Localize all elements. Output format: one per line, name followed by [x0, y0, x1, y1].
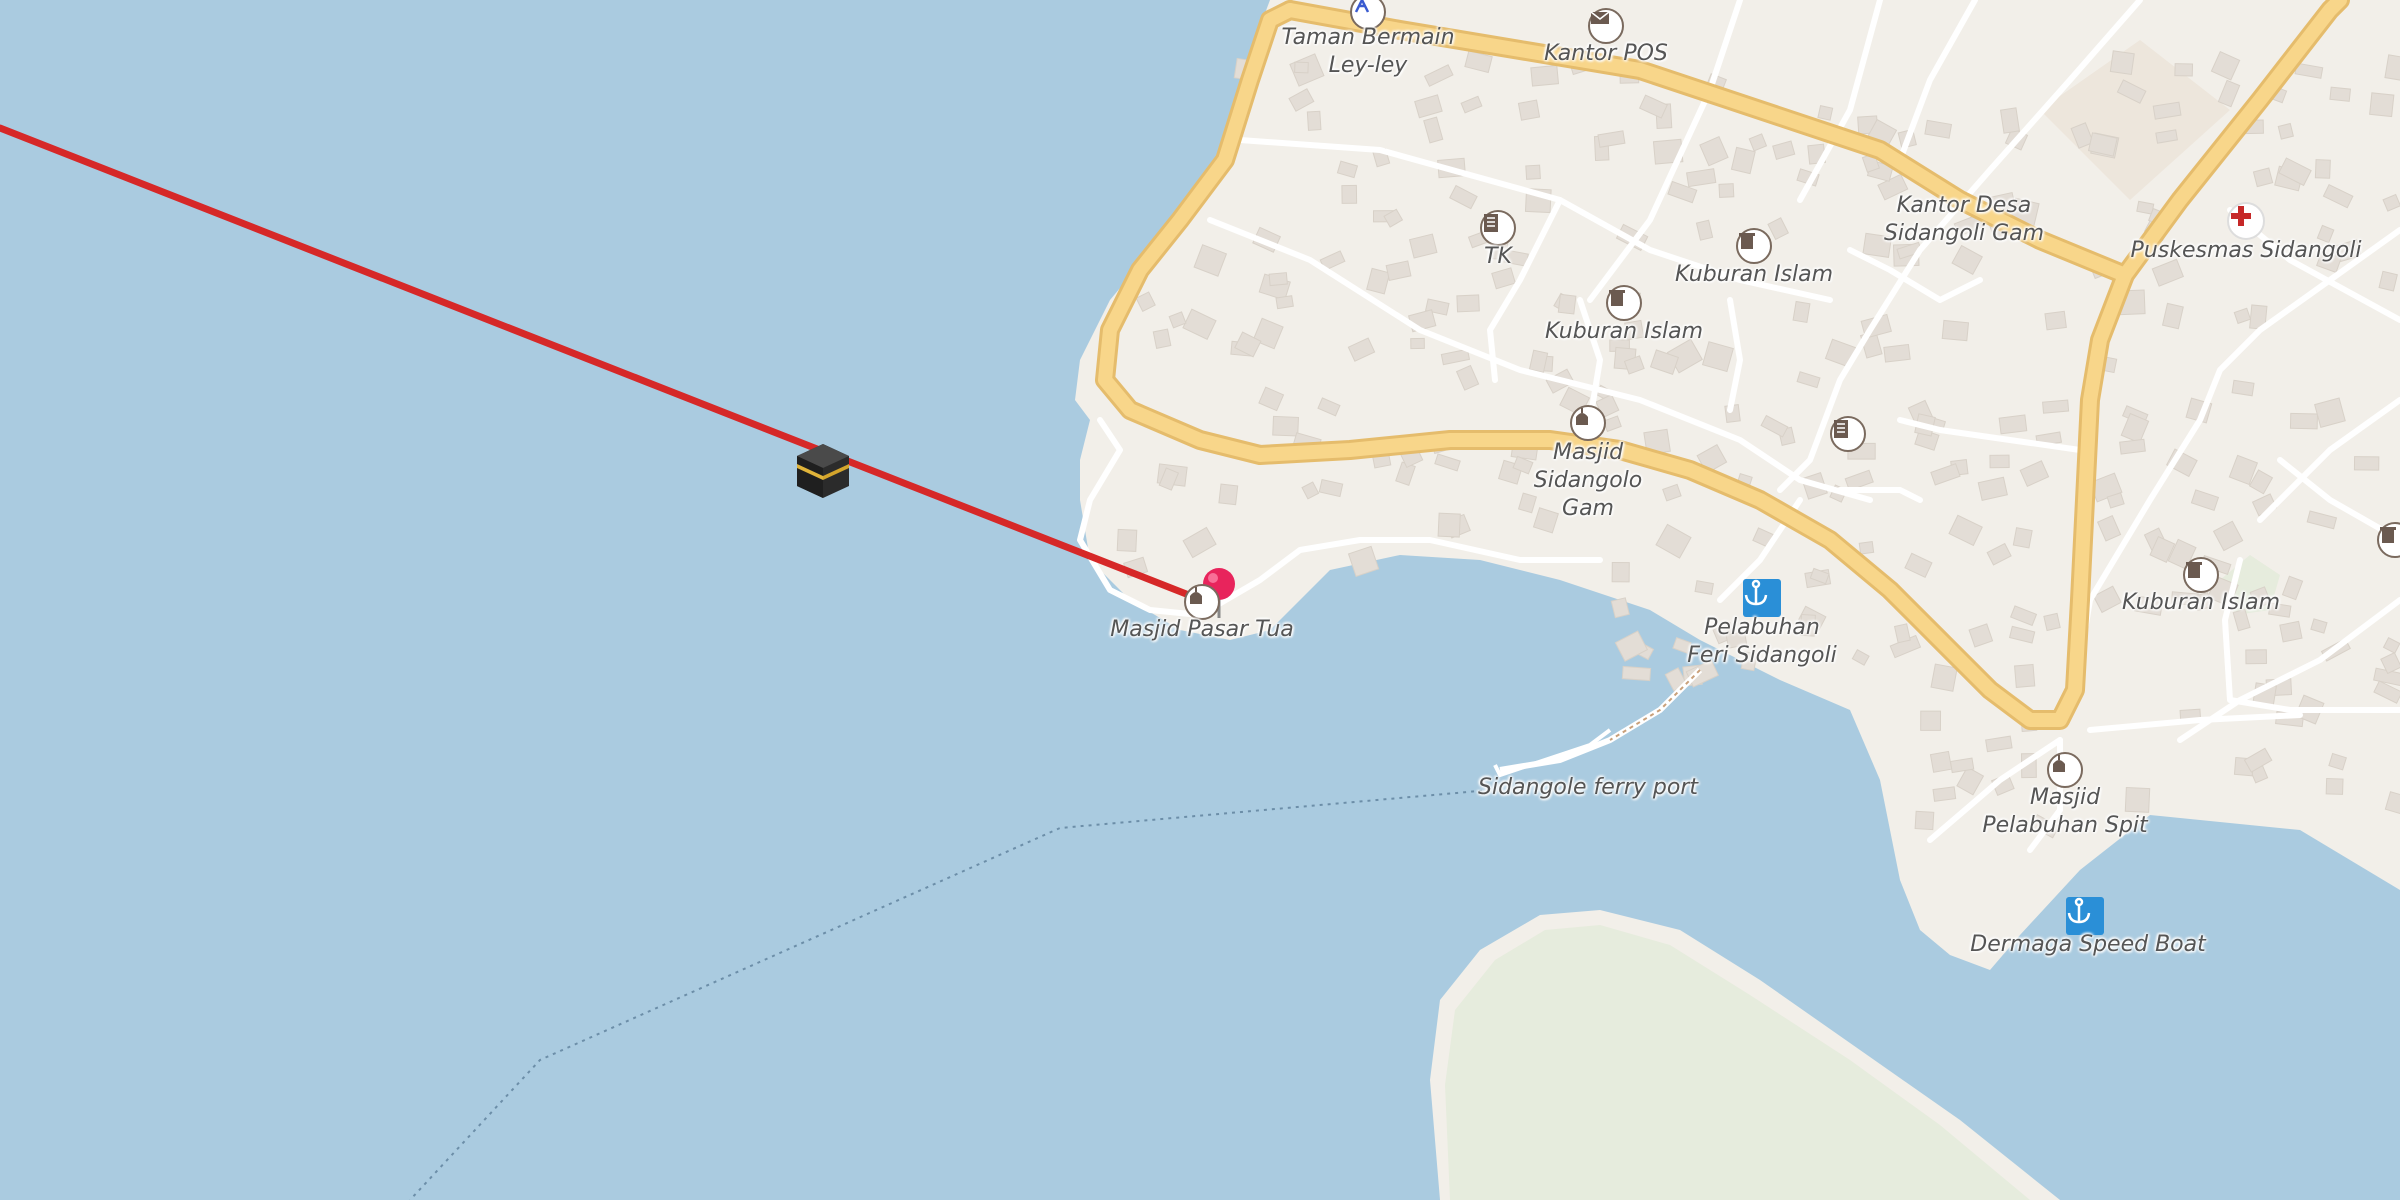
label-kuburan-islam-3: Kuburan Islam — [2121, 590, 2281, 615]
building — [1999, 107, 2021, 134]
label-kuburan-islam-1: Kuburan Islam — [1674, 262, 1834, 287]
building — [1932, 786, 1957, 802]
label-masjid-pasar-tua: Masjid Pasar Tua — [1110, 617, 1294, 642]
hospital-cross-icon[interactable] — [2227, 202, 2265, 240]
building — [2277, 122, 2294, 140]
building — [1218, 483, 1239, 506]
ferry-route — [409, 789, 1491, 1200]
mosque-icon[interactable] — [1184, 584, 1220, 620]
building — [1437, 512, 1461, 538]
building — [2252, 167, 2274, 188]
building — [1152, 328, 1172, 349]
building — [1929, 750, 1953, 773]
school-icon[interactable] — [1480, 210, 1516, 246]
building — [1694, 580, 1714, 595]
label-kuburan-islam-2: Kuburan Islam — [1544, 319, 1704, 344]
mosque-icon[interactable] — [2047, 752, 2083, 788]
anchor-icon[interactable] — [1743, 579, 1781, 617]
building — [1941, 319, 1970, 342]
building — [2044, 310, 2067, 331]
building — [2378, 270, 2398, 292]
building — [1530, 64, 1560, 87]
building — [1718, 183, 1735, 198]
building — [1116, 528, 1138, 552]
building — [1517, 99, 1541, 121]
building — [2136, 200, 2155, 215]
building — [1268, 272, 1288, 287]
building — [1306, 110, 1322, 131]
building — [2231, 379, 2255, 397]
cemetery-icon[interactable] — [2183, 557, 2219, 593]
building — [1914, 810, 1935, 831]
building — [2042, 399, 2070, 414]
map-canvas[interactable]: Taman Bermain Ley-ley Kantor POS Kantor D… — [0, 0, 2400, 1200]
building — [2369, 92, 2395, 118]
building — [1989, 454, 2010, 469]
label-pelabuhan-feri: Pelabuhan Feri Sidangoli — [1687, 615, 1837, 668]
building — [1456, 294, 1480, 313]
anchor-icon[interactable] — [2066, 897, 2104, 935]
qibla-direction-line — [0, 124, 1203, 603]
building — [2289, 412, 2318, 430]
label-masjid-sidangolo: Masjid Sidangolo Gam — [1533, 440, 1643, 521]
building — [1272, 415, 1299, 437]
building — [1275, 295, 1294, 310]
building — [2012, 527, 2033, 549]
label-masjid-pelabuhan-spit: Masjid Pelabuhan Spit — [1982, 785, 2148, 838]
building — [1410, 337, 1425, 350]
building — [1998, 414, 2028, 435]
building — [1930, 663, 1958, 692]
building — [2109, 50, 2135, 75]
building — [1557, 293, 1577, 315]
building — [1883, 343, 1911, 363]
building — [1621, 665, 1652, 682]
building — [2174, 63, 2194, 77]
building — [2279, 620, 2303, 643]
post-office-icon[interactable] — [1588, 8, 1624, 44]
ferry-pier — [1493, 667, 1703, 778]
building — [2119, 438, 2146, 455]
building — [2329, 86, 2352, 102]
label-kantor-pos: Kantor POS — [1544, 41, 1668, 66]
label-tk: TK — [1484, 244, 1512, 269]
label-dermaga-speed-boat: Dermaga Speed Boat — [1970, 932, 2206, 957]
building — [1817, 105, 1834, 121]
building — [1611, 562, 1630, 583]
building — [1920, 710, 1942, 731]
building — [1341, 184, 1358, 204]
label-puskesmas: Puskesmas Sidangoli — [2130, 238, 2362, 263]
label-kantor-desa: Kantor Desa Sidangoli Gam — [1883, 193, 2045, 246]
building — [1858, 541, 1875, 555]
building — [1525, 164, 1541, 180]
building — [2314, 159, 2331, 179]
cemetery-icon[interactable] — [1606, 285, 1642, 321]
building — [2325, 778, 2344, 795]
label-taman-bermain: Taman Bermain Ley-ley — [1281, 25, 1455, 78]
building — [2353, 456, 2380, 471]
building — [1792, 300, 1811, 323]
building — [2014, 663, 2036, 688]
mosque-icon[interactable] — [1570, 405, 1606, 441]
building — [2043, 612, 2061, 632]
cemetery-icon[interactable] — [1736, 228, 1772, 264]
label-ferry-port: Sidangole ferry port — [1477, 775, 1699, 800]
school-icon[interactable] — [1830, 416, 1866, 452]
building — [2245, 649, 2267, 665]
